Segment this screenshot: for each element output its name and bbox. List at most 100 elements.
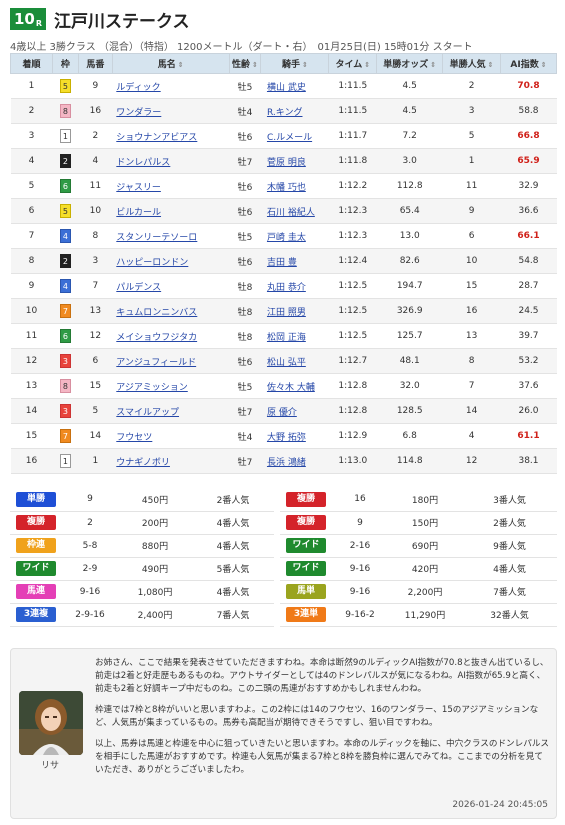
jockey-link[interactable]: 石川 裕紀人 <box>267 208 315 218</box>
horse-name-link[interactable]: ジャスリー <box>116 183 161 193</box>
sort-icon[interactable]: ⇕ <box>430 61 436 69</box>
sort-icon[interactable]: ⇕ <box>252 61 258 69</box>
column-header[interactable]: 着順 <box>10 53 53 74</box>
payout-amount: 180円 <box>388 488 462 512</box>
jockey-cell: 吉田 豊 <box>260 248 329 274</box>
jockey-link[interactable]: 木幡 巧也 <box>267 183 306 193</box>
table-row: 8 2 3 ハッピーロンドン 牡6 吉田 豊 1:12.4 82.6 10 54.8 <box>10 248 557 274</box>
payout-combination: 9-16 <box>62 580 118 604</box>
payout-combination: 9 <box>62 488 118 512</box>
horse-name-link[interactable]: キュムロンニンバス <box>116 308 197 318</box>
horse-name-link[interactable]: パルデンス <box>116 283 161 293</box>
jockey-link[interactable]: 丸田 恭介 <box>267 283 306 293</box>
horse-name-link[interactable]: アンジュフィールド <box>116 358 196 368</box>
horse-name-link[interactable]: ハッピーロンドン <box>116 258 188 268</box>
jockey-cell: 長浜 鴻緒 <box>260 448 329 474</box>
finish-position: 12 <box>10 348 53 374</box>
jockey-cell: 大野 拓弥 <box>260 423 329 449</box>
ai-index: 37.6 <box>500 373 557 399</box>
column-header[interactable]: 馬番 <box>77 53 113 74</box>
horse-name-link[interactable]: ビルカール <box>116 208 161 218</box>
payout-popularity: 4番人気 <box>192 511 274 535</box>
column-header[interactable]: タイム ⇕ <box>328 53 378 74</box>
horse-name-link[interactable]: ルディック <box>116 83 160 93</box>
jockey-link[interactable]: 吉田 豊 <box>267 258 297 268</box>
horse-number: 13 <box>78 298 113 324</box>
sort-icon[interactable]: ⇕ <box>541 61 547 69</box>
bet-type-cell: 馬単 <box>280 580 332 604</box>
horse-name-link[interactable]: ドンレパルス <box>116 158 170 168</box>
gate-badge: 1 <box>59 454 71 468</box>
horse-name-link[interactable]: スタンリーテソーロ <box>116 233 197 243</box>
win-popularity: 3 <box>442 98 501 124</box>
race-time: 1:12.9 <box>328 423 377 449</box>
horse-name-link[interactable]: フウセツ <box>116 433 152 443</box>
sex-age: 牡6 <box>229 173 261 199</box>
payout-amount: 150円 <box>388 511 462 535</box>
column-header[interactable]: 枠 <box>51 53 79 74</box>
bet-type-cell: ワイド <box>280 557 332 581</box>
column-header[interactable]: 単勝人気 ⇕ <box>442 53 502 74</box>
sort-icon[interactable]: ⇕ <box>302 61 308 69</box>
payout-row: 枠連 5-8 880円 4番人気 ワイド 2-16 690円 9番人気 <box>10 534 557 558</box>
horse-name-link[interactable]: アジアミッション <box>116 383 187 393</box>
sex-age: 牡8 <box>229 323 261 349</box>
finish-position: 15 <box>10 423 53 449</box>
win-odds: 4.5 <box>376 98 443 124</box>
horse-name-link[interactable]: ウナギノボリ <box>116 458 170 468</box>
horse-name-link[interactable]: ワンダラー <box>116 108 161 118</box>
jockey-link[interactable]: 長浜 鴻緒 <box>267 458 306 468</box>
column-header[interactable]: AI指数 ⇕ <box>500 53 557 74</box>
horse-name-link[interactable]: スマイルアップ <box>116 408 179 418</box>
horse-number: 6 <box>78 348 113 374</box>
horse-name-cell: ルディック <box>112 73 230 99</box>
finish-position: 5 <box>10 173 53 199</box>
jockey-link[interactable]: 松岡 正海 <box>267 333 306 343</box>
jockey-link[interactable]: C.ルメール <box>267 133 312 143</box>
jockey-cell: 戸崎 圭太 <box>260 223 329 249</box>
ai-index: 53.2 <box>500 348 557 374</box>
horse-name-link[interactable]: ショウナンアビアス <box>116 133 197 143</box>
jockey-link[interactable]: 大野 拓弥 <box>267 433 306 443</box>
jockey-link[interactable]: 菅原 明良 <box>267 158 306 168</box>
jockey-link[interactable]: R.キング <box>267 108 303 118</box>
table-row: 14 3 5 スマイルアップ 牡7 原 優介 1:12.8 128.5 14 26.0 <box>10 398 557 424</box>
gate-badge: 3 <box>59 404 71 418</box>
horse-name-link[interactable]: メイショウフジタカ <box>116 333 197 343</box>
payouts-table: 単勝 9 450円 2番人気 複勝 16 180円 3番人気 複勝 2 200円 4番人気 複勝 9 150… <box>10 488 557 627</box>
sex-age: 牡7 <box>229 148 261 174</box>
gate-cell: 6 <box>52 173 79 199</box>
column-header[interactable]: 馬名 ⇕ <box>111 53 230 74</box>
avatar-name: リサ <box>41 761 60 771</box>
jockey-link[interactable]: 原 優介 <box>267 408 297 418</box>
payout-amount: 450円 <box>118 488 192 512</box>
jockey-link[interactable]: 横山 武史 <box>267 83 306 93</box>
horse-name-cell: ビルカール <box>112 198 230 224</box>
bet-type-badge: 馬単 <box>286 584 326 599</box>
jockey-link[interactable]: 佐々木 大輔 <box>267 383 315 393</box>
payout-amount: 200円 <box>118 511 192 535</box>
gate-badge: 7 <box>59 429 71 443</box>
sort-icon[interactable]: ⇕ <box>488 61 494 69</box>
sex-age: 牡4 <box>229 423 261 449</box>
column-header[interactable]: 騎手 ⇕ <box>260 53 330 74</box>
table-row: 16 1 1 ウナギノボリ 牡7 長浜 鴻緒 1:13.0 114.8 12 38.1 <box>10 448 557 474</box>
jockey-link[interactable]: 戸崎 圭太 <box>267 233 306 243</box>
column-header[interactable]: 性齢 ⇕ <box>228 53 262 74</box>
race-number: 10 <box>13 10 35 28</box>
sort-icon[interactable]: ⇕ <box>178 61 184 69</box>
table-row: 5 6 11 ジャスリー 牡6 木幡 巧也 1:12.2 112.8 11 32.9 <box>10 173 557 199</box>
race-time: 1:12.4 <box>328 248 377 274</box>
ai-index: 61.1 <box>500 423 557 449</box>
gate-badge: 2 <box>59 154 71 168</box>
sort-icon[interactable]: ⇕ <box>364 61 370 69</box>
table-row: 2 8 16 ワンダラー 牡4 R.キング 1:11.5 4.5 3 58.8 <box>10 98 557 124</box>
payout-combination: 9-16-2 <box>332 603 388 627</box>
win-popularity: 5 <box>442 123 501 149</box>
gate-badge: 8 <box>59 104 71 118</box>
jockey-link[interactable]: 松山 弘平 <box>267 358 306 368</box>
column-header[interactable]: 単勝オッズ ⇕ <box>376 53 444 74</box>
jockey-link[interactable]: 江田 照男 <box>267 308 306 318</box>
bet-type-cell: 複勝 <box>280 511 332 535</box>
payout-combination: 5-8 <box>62 534 118 558</box>
